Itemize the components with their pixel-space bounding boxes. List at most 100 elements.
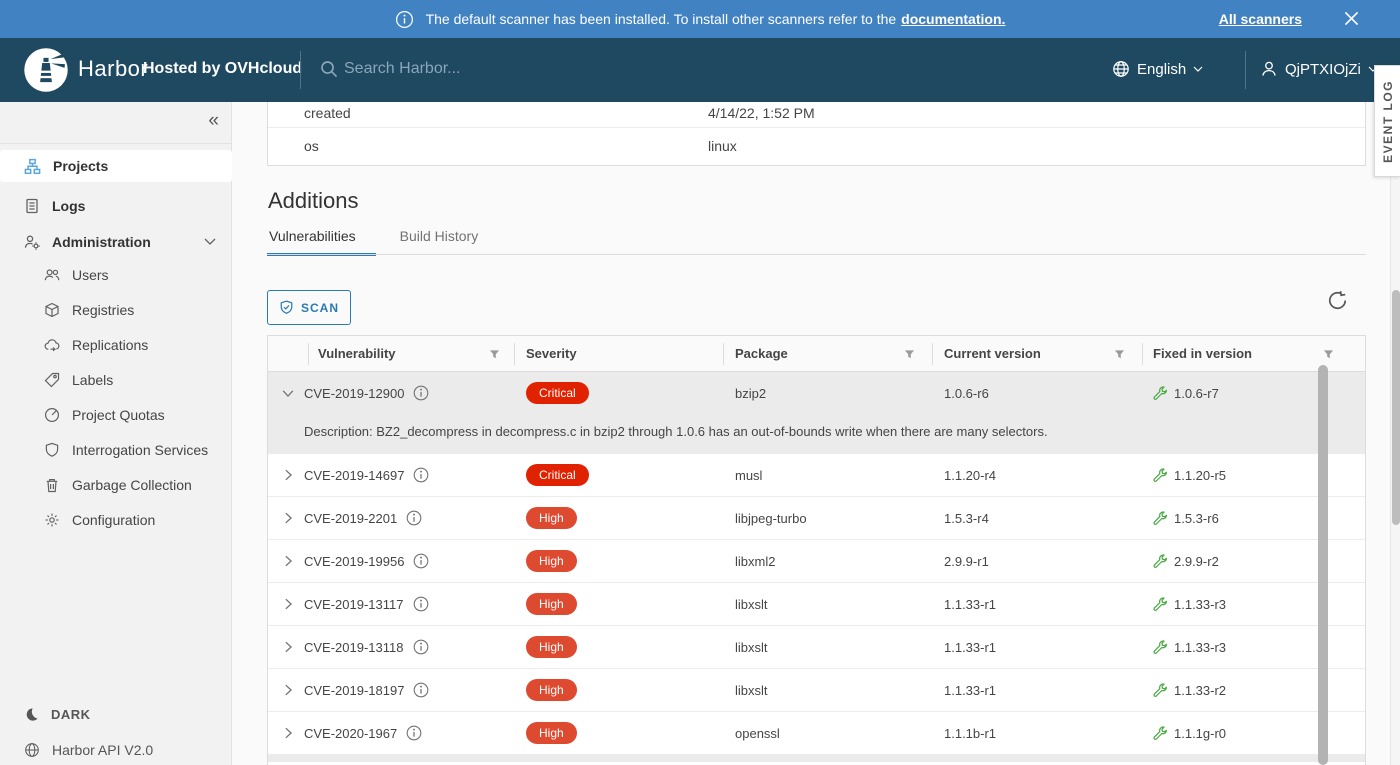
sidebar-item-configuration[interactable]: Configuration [0, 505, 232, 535]
package-name: musl [735, 468, 762, 483]
column-header-vulnerability[interactable]: Vulnerability [318, 336, 396, 372]
cve-id-link[interactable]: CVE-2019-12900 [304, 386, 404, 401]
dark-mode-toggle[interactable]: DARK [0, 700, 232, 728]
event-log-label: EVENT LOG [1381, 80, 1395, 163]
filter-icon[interactable] [904, 349, 915, 360]
cve-id-link[interactable]: CVE-2019-18197 [304, 683, 404, 698]
row-expand-caret-icon[interactable] [281, 683, 295, 697]
scan-button[interactable]: SCAN [267, 290, 351, 325]
sidebar-item-label: Administration [52, 234, 151, 250]
row-expand-caret-icon[interactable] [281, 468, 295, 482]
chevron-down-icon [1193, 66, 1203, 72]
cve-id-link[interactable]: CVE-2019-19956 [304, 554, 404, 569]
fixed-version: 1.1.33-r3 [1174, 640, 1226, 655]
row-expand-caret-icon[interactable] [281, 554, 295, 568]
cve-id-link[interactable]: CVE-2019-2201 [304, 511, 397, 526]
cve-info-icon[interactable] [406, 510, 422, 526]
overview-label: created [268, 102, 708, 124]
row-expand-caret-icon[interactable] [281, 511, 295, 525]
cve-id-link[interactable]: CVE-2019-14697 [304, 468, 404, 483]
cve-id-link[interactable]: CVE-2020-1967 [304, 726, 397, 741]
harbor-api-link[interactable]: Harbor API V2.0 [0, 736, 232, 764]
close-icon[interactable] [1343, 10, 1360, 27]
search-input[interactable] [344, 60, 564, 78]
vuln-table-body: CVE-2019-12900Criticalbzip21.0.6-r61.0.6… [268, 372, 1365, 762]
sidebar-item-interrogation-services[interactable]: Interrogation Services [0, 435, 232, 465]
fixed-version: 1.1.33-r2 [1174, 683, 1226, 698]
partial-row [268, 755, 1365, 762]
sidebar-item-registries[interactable]: Registries [0, 295, 232, 325]
cve-info-icon[interactable] [413, 639, 429, 655]
tab-vulnerabilities[interactable]: Vulnerabilities [267, 228, 376, 256]
cve-info-icon[interactable] [413, 385, 429, 401]
current-version: 1.1.33-r1 [944, 683, 996, 698]
tab-build-history[interactable]: Build History [398, 228, 499, 256]
sidebar-item-replications[interactable]: Replications [0, 330, 232, 360]
severity-badge: High [526, 722, 577, 744]
column-separator [514, 343, 515, 365]
cve-info-icon[interactable] [406, 725, 422, 741]
filter-icon[interactable] [1323, 349, 1334, 360]
cve-id-link[interactable]: CVE-2019-13117 [304, 597, 404, 612]
refresh-icon[interactable] [1327, 290, 1349, 312]
sidebar-item-logs[interactable]: Logs [0, 190, 232, 222]
fixed-version: 1.1.1g-r0 [1174, 726, 1226, 741]
sidebar-item-administration[interactable]: Administration [0, 226, 232, 258]
sidebar-item-project-quotas[interactable]: Project Quotas [0, 400, 232, 430]
sidebar-item-labels[interactable]: Labels [0, 365, 232, 395]
cve-info-icon[interactable] [413, 553, 429, 569]
current-version: 1.1.20-r4 [944, 468, 996, 483]
event-log-tab[interactable]: EVENT LOG [1374, 65, 1400, 177]
filter-icon[interactable] [1114, 349, 1125, 360]
artifact-overview-table: created4/14/22, 1:52 PM oslinux [267, 102, 1366, 166]
cve-info-icon[interactable] [413, 682, 429, 698]
severity-badge: High [526, 593, 577, 615]
sidebar-item-label: Users [72, 267, 109, 283]
row-expand-caret-icon[interactable] [281, 726, 295, 740]
vulnerability-row: CVE-2019-14697 Critical musl 1.1.20-r4 1.1.2… [268, 454, 1365, 497]
moon-icon [24, 707, 39, 722]
banner-message: The default scanner has been installed. … [426, 11, 897, 27]
chevron-down-icon [204, 238, 216, 245]
column-header-severity[interactable]: Severity [526, 336, 577, 372]
sidebar-item-label: Registries [72, 302, 134, 318]
app-header: Harbor Hosted by OVHcloud English QjPTXI… [0, 38, 1400, 102]
additions-tabs: Vulnerabilities Build History [267, 228, 520, 256]
cve-info-icon[interactable] [413, 467, 429, 483]
vulnerability-table: Vulnerability Severity Package Current v… [267, 335, 1366, 765]
brand-title[interactable]: Harbor [78, 56, 148, 82]
registries-icon [44, 302, 60, 318]
table-scrollbar-thumb[interactable] [1318, 365, 1328, 765]
language-dropdown[interactable]: English [1112, 60, 1203, 78]
documentation-link[interactable]: documentation. [901, 11, 1005, 27]
page-scrollbar-thumb[interactable] [1392, 290, 1400, 525]
sidebar-collapse-icon[interactable]: « [208, 110, 219, 132]
row-expand-caret-icon[interactable] [281, 386, 295, 400]
column-header-current-version[interactable]: Current version [944, 336, 1041, 372]
cve-id-link[interactable]: CVE-2019-13118 [304, 640, 404, 655]
filter-icon[interactable] [489, 349, 500, 360]
fix-wrench-icon [1153, 554, 1168, 569]
harbor-lighthouse-logo [23, 47, 69, 93]
row-expand-caret-icon[interactable] [281, 640, 295, 654]
fix-wrench-icon [1153, 386, 1168, 401]
sidebar-item-label: Replications [72, 337, 148, 353]
sidebar-item-users[interactable]: Users [0, 260, 232, 290]
column-header-fixed-in-version[interactable]: Fixed in version [1153, 336, 1252, 372]
cve-info-icon[interactable] [413, 596, 429, 612]
page-scrollbar[interactable] [1390, 102, 1400, 765]
sidebar-item-garbage-collection[interactable]: Garbage Collection [0, 470, 232, 500]
column-header-package[interactable]: Package [735, 336, 788, 372]
severity-badge: Critical [526, 464, 589, 486]
projects-icon [24, 158, 41, 175]
user-icon [1260, 60, 1278, 78]
fixed-version: 1.1.20-r5 [1174, 468, 1226, 483]
fix-wrench-icon [1153, 468, 1168, 483]
current-version: 1.1.1b-r1 [944, 726, 996, 741]
sidebar-item-projects[interactable]: Projects [0, 150, 232, 182]
row-expand-caret-icon[interactable] [281, 597, 295, 611]
package-name: libjpeg-turbo [735, 511, 807, 526]
all-scanners-link[interactable]: All scanners [1219, 11, 1302, 27]
package-name: libxml2 [735, 554, 775, 569]
user-dropdown[interactable]: QjPTXIOjZi [1260, 60, 1378, 78]
